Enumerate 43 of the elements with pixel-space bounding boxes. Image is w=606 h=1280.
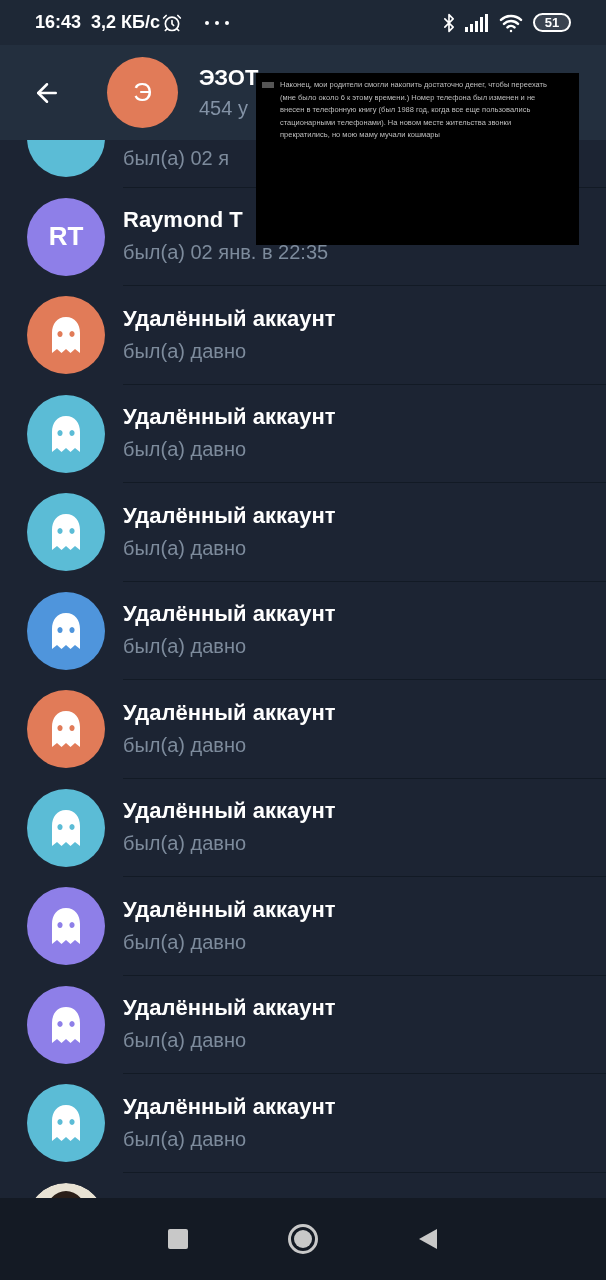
avatar: RT [27,197,105,276]
ghost-icon [49,907,83,946]
member-name: Удалённый аккаунт [123,304,337,333]
ghost-icon [49,611,83,650]
group-avatar: Э [107,57,178,128]
member-name: Удалённый аккаунт [123,797,337,826]
last-seen: был(а) давно [123,338,248,364]
member-count: 454 у [199,95,249,121]
member-name: Удалённый аккаунт [123,501,337,530]
clock: 16:43 [35,11,82,34]
ghost-icon [49,513,83,552]
alarm-icon [162,12,182,33]
last-seen: был(а) давно [123,535,248,561]
member-name: Удалённый аккаунт [123,1092,337,1121]
ghost-icon [49,710,83,749]
signal-icon [465,13,489,32]
more-icon [204,19,230,26]
member-name: Raymond T [123,206,244,235]
last-seen: был(а) 02 янв. в 22:35 [123,240,330,266]
battery-indicator: 51 [533,13,571,32]
home-button[interactable] [288,1224,318,1254]
last-seen: был(а) 02 я [123,145,231,171]
ghost-icon [49,1005,83,1044]
member-name: Удалённый аккаунт [123,600,337,629]
last-seen: был(а) давно [123,1126,248,1152]
network-speed: 3,2 КБ/с [91,11,160,34]
last-seen: был(а) давно [123,1028,248,1054]
last-seen: был(а) давно [123,831,248,857]
ghost-icon [49,316,83,355]
member-name: Удалённый аккаунт [123,994,337,1023]
group-title: ЭЗОТ [199,63,259,92]
last-seen: был(а) давно [123,732,248,758]
last-seen: был(а) давно [123,929,248,955]
member-name: Удалённый аккаунт [123,895,337,924]
back-triangle-icon [418,1228,438,1250]
member-name: Удалённый аккаунт [123,403,337,432]
ghost-icon [49,414,83,453]
last-seen: был(а) давно [123,437,248,463]
member-name: Удалённый аккаунт [123,698,337,727]
ghost-icon [49,808,83,847]
back-nav-button[interactable] [418,1228,438,1250]
last-seen: был(а) давно [123,634,248,660]
ghost-icon [49,1104,83,1143]
